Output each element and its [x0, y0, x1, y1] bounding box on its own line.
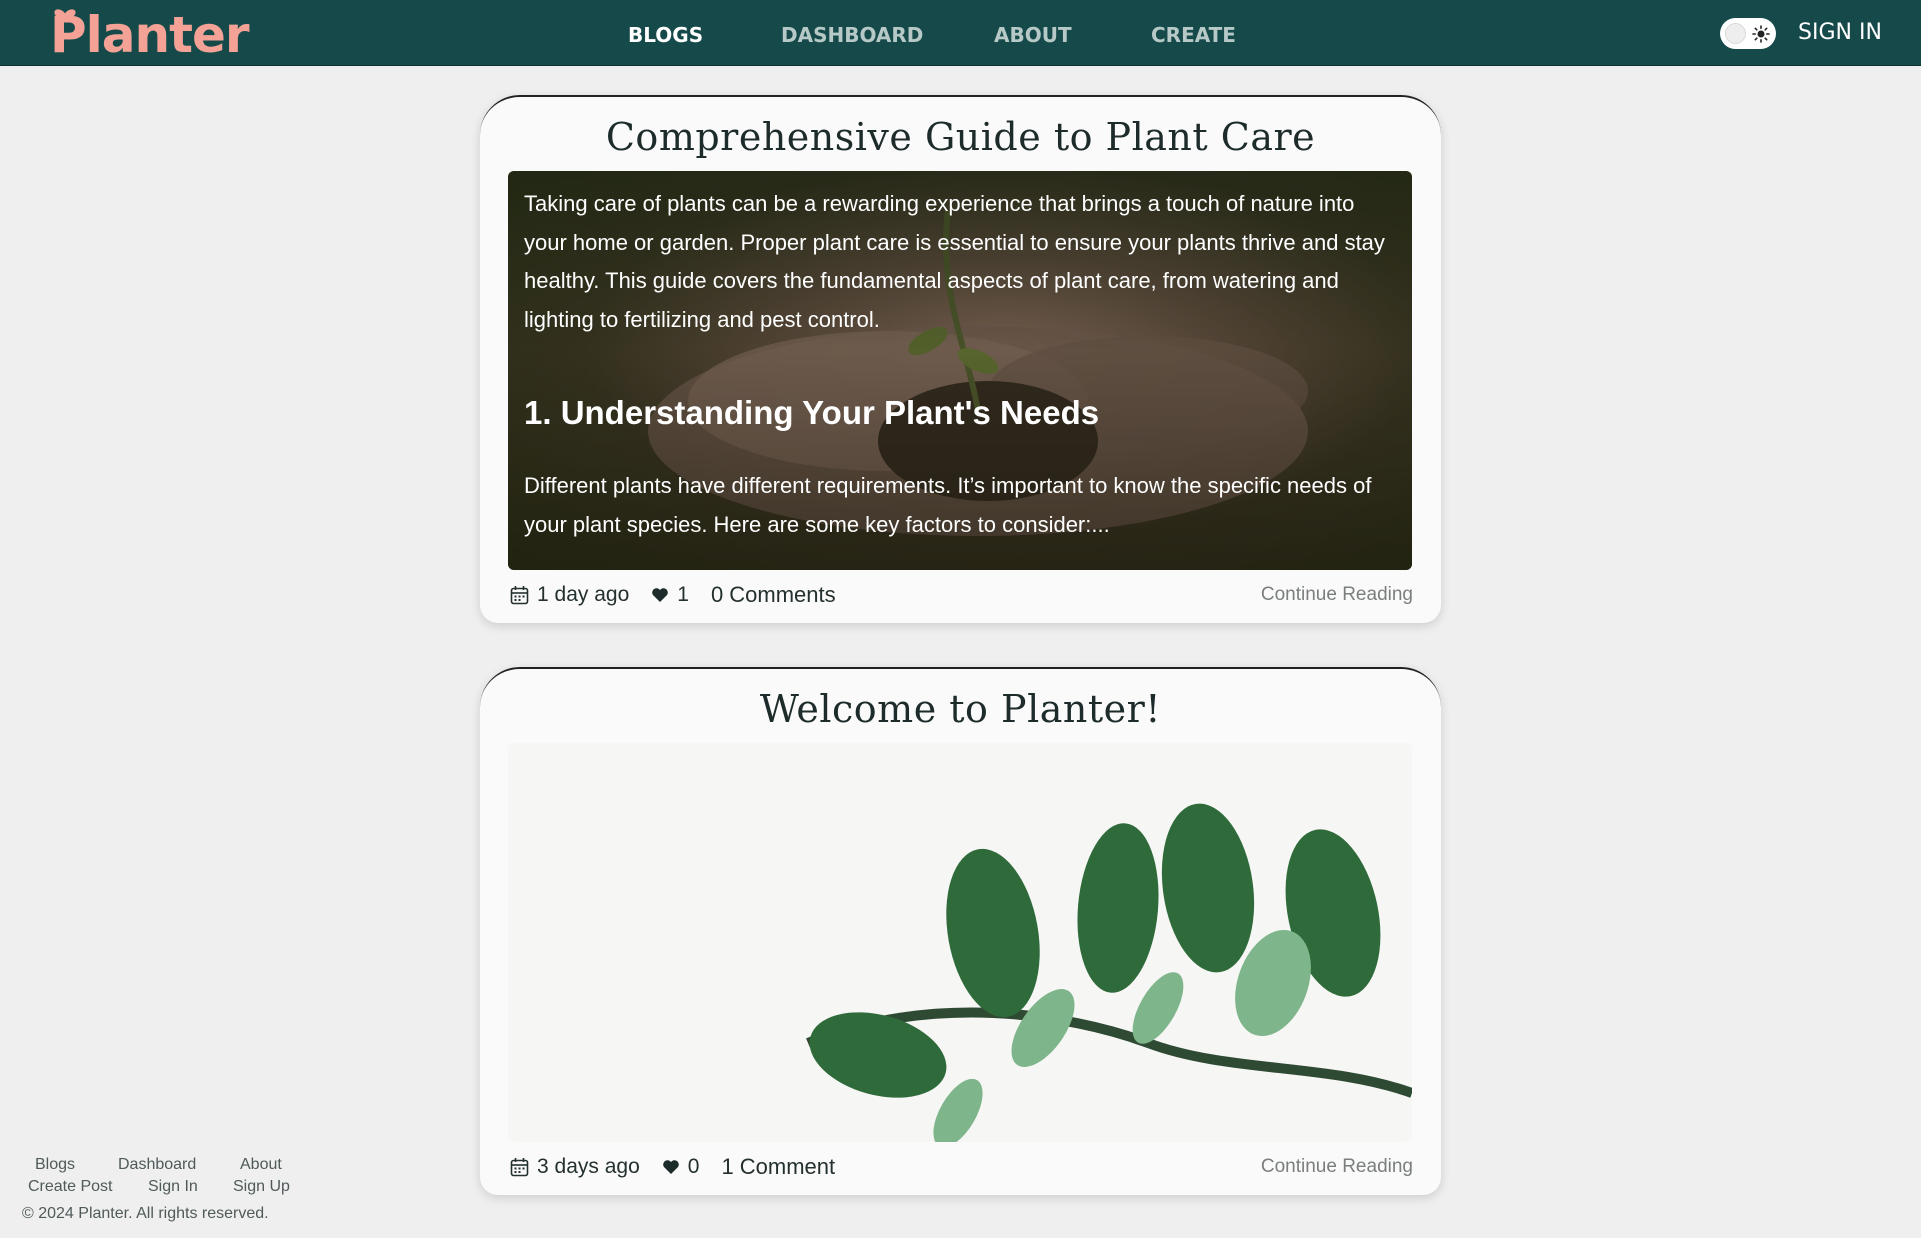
post-section-heading: 1. Understanding Your Plant's Needs [524, 394, 1100, 431]
sign-in-button[interactable]: SIGN IN [1798, 0, 1882, 66]
theme-toggle[interactable] [1720, 18, 1776, 49]
post-date: 3 days ago [537, 1155, 640, 1178]
post-title[interactable]: Comprehensive Guide to Plant Care [480, 115, 1441, 159]
like-count: 1 [677, 583, 689, 606]
toggle-knob [1725, 23, 1746, 44]
footer-links-row: Blogs Dashboard About [22, 1156, 302, 1178]
nav-blogs[interactable]: BLOGS [628, 0, 703, 70]
footer-link-about[interactable]: About [240, 1156, 282, 1174]
post-meta: 3 days ago 0 1 Comment [510, 1151, 835, 1183]
comments-link[interactable]: 1 Comment [721, 1154, 835, 1180]
footer-link-create-post[interactable]: Create Post [28, 1178, 112, 1196]
continue-reading-link[interactable]: Continue Reading [1261, 1151, 1413, 1183]
green-leafy-branch-photo [806, 803, 1412, 1142]
like-count: 0 [687, 1155, 700, 1178]
post-image[interactable] [508, 743, 1412, 1142]
post-card: Comprehensive Guide to Plant Care Taking… [480, 95, 1441, 623]
nav-about[interactable]: ABOUT [994, 0, 1072, 70]
site-footer: Blogs Dashboard About Create Post Sign I… [22, 1156, 302, 1223]
heart-icon[interactable] [651, 587, 669, 603]
continue-reading-link[interactable]: Continue Reading [1261, 579, 1413, 611]
calendar-icon [510, 1158, 529, 1177]
post-excerpt: Taking care of plants can be a rewarding… [524, 185, 1394, 544]
footer-link-blogs[interactable]: Blogs [35, 1156, 75, 1174]
top-navbar: Planter BLOGS DASHBOARD ABOUT CREATE SIG… [0, 0, 1921, 66]
comments-link[interactable]: 0 Comments [711, 582, 836, 608]
footer-links-row: Create Post Sign In Sign Up [22, 1178, 302, 1200]
copyright-text: © 2024 Planter. All rights reserved. [22, 1205, 269, 1222]
calendar-icon [510, 586, 529, 605]
post-image[interactable]: Taking care of plants can be a rewarding… [508, 171, 1412, 570]
logo-text: Planter [50, 6, 250, 64]
heart-icon[interactable] [662, 1159, 680, 1175]
footer-link-sign-up[interactable]: Sign Up [233, 1178, 290, 1196]
post-title[interactable]: Welcome to Planter! [480, 687, 1441, 731]
sprout-icon [54, 9, 76, 19]
post-card: Welcome to Planter! 3 days ago 0 1 Comme… [480, 667, 1441, 1195]
sun-icon [1752, 25, 1770, 43]
footer-link-sign-in[interactable]: Sign In [148, 1178, 198, 1196]
post-section-text: Different plants have different requirem… [524, 473, 1372, 537]
nav-create[interactable]: CREATE [1151, 0, 1236, 70]
post-intro: Taking care of plants can be a rewarding… [524, 191, 1385, 332]
post-date: 1 day ago [537, 583, 630, 606]
planter-logo[interactable]: Planter [50, 2, 250, 64]
footer-link-dashboard[interactable]: Dashboard [118, 1156, 196, 1174]
nav-dashboard[interactable]: DASHBOARD [781, 0, 923, 70]
post-meta: 1 day ago 1 0 Comments [510, 579, 836, 611]
